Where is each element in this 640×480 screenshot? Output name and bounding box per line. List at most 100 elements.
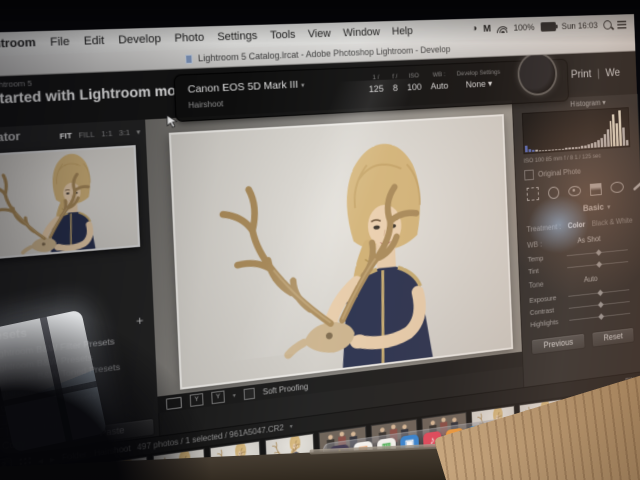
mouse-cursor [166, 114, 178, 134]
camera-filter[interactable]: Canon EOS 5D Mark III ▾ [187, 78, 305, 96]
treatment-label: Treatment : [526, 222, 562, 234]
original-photo-row: Original Photo [524, 166, 581, 181]
histogram-bar [528, 148, 531, 153]
soft-proofing-label: Soft Proofing [262, 381, 309, 397]
histogram-exif-info: ISO 100 85 mm f / 8 1 / 125 sec [523, 152, 602, 165]
module-item-print[interactable]: Print [571, 67, 592, 81]
menu-window[interactable]: Window [343, 26, 380, 39]
histogram-bar [571, 147, 574, 150]
reset-button[interactable]: Reset [591, 326, 635, 348]
menu-settings[interactable]: Settings [217, 30, 257, 43]
slider-track[interactable] [569, 312, 631, 321]
histogram-bar [625, 140, 629, 146]
histogram-bar [561, 148, 565, 150]
menu-clock[interactable]: Sun 16:03 [561, 20, 597, 31]
slider-thumb-icon[interactable] [596, 289, 603, 296]
foreground-shadow [0, 300, 220, 480]
metadata-column-1[interactable]: 1 /125 [368, 74, 384, 95]
spot-removal-icon[interactable] [547, 185, 560, 199]
slider-thumb-icon[interactable] [595, 260, 602, 268]
caret-down-icon[interactable]: ▾ [233, 392, 236, 399]
histogram-bar [551, 149, 555, 151]
app-swirl-status-icon[interactable]: ◑ [472, 23, 478, 34]
caret-down-icon: ▾ [602, 98, 606, 107]
adjustment-brush-icon[interactable] [632, 180, 640, 191]
tool-strip [526, 177, 640, 203]
metadata-label: ISO [408, 72, 420, 80]
panel-buttons: Previous Reset [530, 326, 635, 356]
metadata-column-iso[interactable]: ISO 100 [406, 72, 422, 94]
caret-down-icon[interactable]: ▾ [290, 423, 293, 430]
notification-center-icon[interactable] [617, 20, 627, 29]
red-eye-tool-icon[interactable] [568, 185, 582, 197]
histogram-bar [587, 144, 591, 149]
slider-track[interactable] [567, 260, 629, 269]
metadata-column-f[interactable]: f / 8 [392, 73, 398, 94]
soft-proofing-checkbox[interactable] [243, 387, 256, 400]
right-panel: Histogram ▾ ISO 100 85 mm f / 8 1 / 125 … [511, 93, 640, 388]
histogram-bar [584, 145, 587, 149]
histogram-bar [574, 146, 578, 150]
original-photo-label: Original Photo [537, 167, 581, 179]
menu-tools[interactable]: Tools [270, 29, 296, 42]
document-icon [185, 53, 194, 64]
battery-percent: 100% [513, 22, 535, 34]
histogram-bar [524, 145, 528, 153]
metadata-column-develop-settings[interactable]: Develop Settings None ▾ [457, 69, 501, 91]
histogram-bar [555, 149, 558, 151]
navigator-zoom-fit[interactable]: FIT [59, 131, 72, 141]
menu-develop[interactable]: Develop [118, 33, 161, 47]
histogram-bar [538, 150, 541, 152]
navigator-zoom-options: FIT FILL 1:1 3:1 ▾ [59, 127, 140, 141]
navigator-zoom-fill[interactable]: FILL [78, 130, 95, 140]
histogram-bar [535, 150, 538, 152]
wb-value[interactable]: As Shot [577, 235, 601, 245]
basic-panel-header[interactable]: Basic ▼ [517, 202, 612, 220]
navigator-header[interactable]: Navigator [0, 130, 21, 146]
slider-thumb-icon[interactable] [597, 301, 604, 308]
menu-view[interactable]: View [308, 28, 331, 41]
menu-app-name[interactable]: Lightroom [0, 37, 36, 52]
metadata-value: None ▾ [465, 78, 493, 91]
metadata-value: 125 [368, 83, 384, 96]
wifi-icon[interactable] [496, 24, 508, 33]
metadata-label: f / [392, 73, 398, 81]
metadata-columns: 1 /125 f / 8 ISO 100 WB : Auto Develop Settings… [368, 69, 501, 95]
menu-photo[interactable]: Photo [174, 32, 204, 45]
slider-track[interactable] [566, 248, 628, 257]
navigator-zoom-1-1[interactable]: 1:1 [101, 129, 113, 139]
main-photo[interactable] [168, 114, 514, 390]
treatment-row: Treatment : Color Black & White [526, 216, 632, 234]
metadata-label: Develop Settings [456, 68, 501, 78]
radial-filter-icon[interactable] [610, 181, 624, 194]
previous-button[interactable]: Previous [530, 332, 586, 356]
menu-file[interactable]: File [50, 36, 70, 49]
folder-filter[interactable]: Hairshoot [188, 99, 223, 110]
slider-thumb-icon[interactable] [595, 248, 602, 256]
histogram-bar [568, 147, 571, 150]
crop-tool-icon[interactable] [526, 186, 540, 201]
spotlight-icon[interactable] [603, 20, 612, 30]
module-divider: | [596, 66, 601, 80]
metadata-column-wb[interactable]: WB : Auto [430, 71, 448, 92]
zoom-caret-icon[interactable]: ▾ [136, 127, 140, 137]
navigator-preview[interactable] [0, 145, 141, 262]
treatment-bw[interactable]: Black & White [592, 216, 633, 228]
histogram-bar [581, 145, 584, 149]
graduated-filter-icon[interactable] [589, 182, 602, 196]
battery-icon [540, 21, 556, 32]
histogram-bar [577, 146, 581, 149]
caret-down-icon: ▾ [300, 82, 305, 90]
slider-thumb-icon[interactable] [597, 312, 604, 320]
original-photo-checkbox[interactable] [524, 169, 534, 181]
treatment-color[interactable]: Color [568, 220, 586, 230]
menu-help[interactable]: Help [392, 25, 413, 37]
metadata-value: 100 [406, 81, 422, 94]
histogram-bar [545, 150, 548, 151]
navigator-zoom-3-1[interactable]: 3:1 [119, 128, 131, 138]
menu-edit[interactable]: Edit [84, 35, 105, 48]
module-item-we[interactable]: We [605, 66, 620, 79]
m-status-icon[interactable]: M [483, 23, 491, 35]
tone-auto-button[interactable]: Auto [584, 274, 598, 284]
histogram-chart[interactable] [521, 107, 631, 155]
